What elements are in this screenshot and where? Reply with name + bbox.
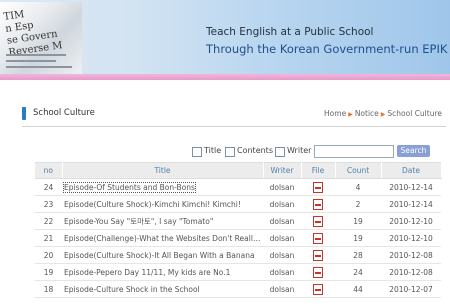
row-writer: dolsan	[263, 280, 301, 298]
row-date: 2010-12-14	[381, 178, 441, 196]
breadcrumb-home[interactable]: Home	[324, 109, 346, 118]
row-title-link[interactable]: Episode(Culture Shock)-It All Began With…	[64, 251, 255, 260]
row-date: 2010-12-07	[381, 280, 441, 298]
breadcrumb-current[interactable]: School Culture	[387, 109, 442, 118]
pdf-file-icon[interactable]	[313, 232, 323, 244]
table-row[interactable]: 22 Episode-You Say "토마토", I say "Tomato"…	[35, 212, 441, 230]
table-row[interactable]: 24 Episode-Of Students and Bon-Bons dols…	[35, 178, 441, 196]
title-checkbox[interactable]	[192, 147, 202, 157]
newspaper-image: TIM n Esp se Govern Reverse M	[0, 2, 82, 76]
pdf-file-icon[interactable]	[313, 215, 323, 227]
row-count: 2	[335, 195, 381, 213]
row-date: 2010-12-10	[381, 229, 441, 247]
breadcrumb-notice[interactable]: Notice	[355, 109, 379, 118]
row-no: 18	[35, 280, 62, 298]
header-banner: TIM n Esp se Govern Reverse M Teach Engl…	[0, 0, 450, 78]
row-no: 20	[35, 246, 62, 264]
row-count: 19	[335, 229, 381, 247]
row-writer: dolsan	[263, 212, 301, 230]
banner-divider	[0, 74, 450, 80]
col-header-date: Date	[381, 162, 442, 179]
row-writer: dolsan	[263, 178, 301, 196]
row-title-link[interactable]: Episode-You Say "토마토", I say "Tomato"	[64, 217, 213, 226]
newspaper-text: TIM n Esp se Govern Reverse M	[2, 9, 64, 59]
row-title-link[interactable]: Episode(Challenge)-What the Websites Don…	[64, 234, 263, 243]
row-date: 2010-12-10	[381, 212, 441, 230]
row-writer: dolsan	[263, 263, 301, 281]
row-count: 4	[335, 178, 381, 196]
table-row[interactable]: 19 Episode-Pepero Day 11/11, My kids are…	[35, 263, 441, 281]
pdf-file-icon[interactable]	[313, 181, 323, 193]
breadcrumb: Home ▶ Notice ▶ School Culture	[324, 109, 442, 118]
row-no: 22	[35, 212, 62, 230]
row-no: 23	[35, 195, 62, 213]
section-marker-icon	[22, 107, 26, 120]
arrow-right-icon: ▶	[348, 111, 353, 118]
pdf-file-icon[interactable]	[313, 198, 323, 210]
row-no: 19	[35, 263, 62, 281]
row-count: 44	[335, 280, 381, 298]
writer-option-label: Writer	[287, 146, 312, 155]
title-option-label: Title	[204, 146, 222, 155]
row-count: 24	[335, 263, 381, 281]
row-count: 28	[335, 246, 381, 264]
pdf-file-icon[interactable]	[313, 249, 323, 261]
contents-checkbox[interactable]	[225, 147, 235, 157]
table-row[interactable]: 21 Episode(Challenge)-What the Websites …	[35, 229, 441, 247]
row-count: 19	[335, 212, 381, 230]
contents-option-label: Contents	[237, 146, 273, 155]
row-writer: dolsan	[263, 246, 301, 264]
row-writer: dolsan	[263, 195, 301, 213]
row-title-link[interactable]: Episode-Pepero Day 11/11, My kids are No…	[64, 268, 230, 277]
row-writer: dolsan	[263, 229, 301, 247]
col-header-file: File	[301, 162, 336, 179]
row-no: 21	[35, 229, 62, 247]
table-header-row: no Title Writer File Count Date	[35, 162, 442, 179]
row-date: 2010-12-08	[381, 263, 441, 281]
col-header-count: Count	[335, 162, 382, 179]
row-title-link[interactable]: Episode-Of Students and Bon-Bons	[63, 181, 196, 193]
banner-line-1: Teach English at a Public School	[206, 26, 374, 38]
col-header-title: Title	[62, 162, 264, 179]
writer-checkbox[interactable]	[275, 147, 285, 157]
row-date: 2010-12-14	[381, 195, 441, 213]
row-no: 24	[35, 178, 62, 196]
table-row[interactable]: 23 Episode(Culture Shock)-Kimchi Kimchi!…	[35, 195, 441, 213]
banner-line-2: Through the Korean Government-run EPIK	[206, 42, 448, 56]
row-date: 2010-12-08	[381, 246, 441, 264]
table-row[interactable]: 20 Episode(Culture Shock)-It All Began W…	[35, 246, 441, 264]
search-input[interactable]	[314, 145, 394, 158]
row-title-link[interactable]: Episode-Culture Shock in the School	[64, 285, 200, 294]
search-button[interactable]: Search	[397, 145, 430, 157]
col-header-writer: Writer	[263, 162, 302, 179]
pdf-file-icon[interactable]	[313, 266, 323, 278]
section-title: School Culture	[33, 108, 95, 118]
arrow-right-icon: ▶	[380, 111, 386, 118]
col-header-no: no	[35, 162, 63, 179]
section-header: School Culture Home ▶ Notice ▶ School Cultur…	[22, 104, 446, 127]
table-row[interactable]: 18 Episode-Culture Shock in the School d…	[35, 280, 441, 298]
row-title-link[interactable]: Episode(Culture Shock)-Kimchi Kimchi! Ki…	[64, 200, 241, 209]
search-bar: Title Contents Writer Search	[192, 145, 432, 158]
pdf-file-icon[interactable]	[313, 283, 323, 295]
posts-table: no Title Writer File Count Date 24 Episo…	[35, 162, 442, 298]
